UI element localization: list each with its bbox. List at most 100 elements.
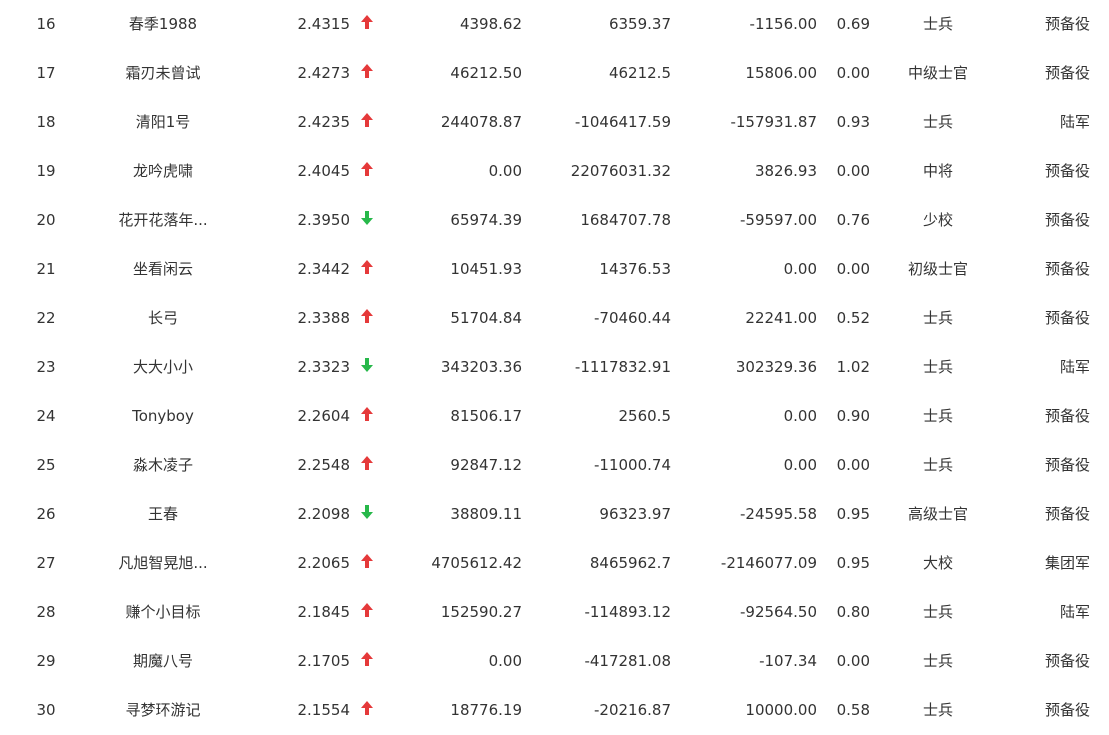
- ratio-cell: 0.00: [836, 456, 870, 474]
- rank-cell: 30: [36, 701, 56, 719]
- value2-cell: -1046417.59: [574, 113, 671, 131]
- table-row[interactable]: 26 王春 2.2098 38809.11 96323.97 -24595.58…: [0, 490, 1109, 539]
- value1-cell: 51704.84: [450, 309, 522, 327]
- table-row[interactable]: 27 凡旭智晃旭... 2.2065 4705612.42 8465962.7 …: [0, 539, 1109, 588]
- arrow-up-icon: [359, 637, 375, 685]
- table-row[interactable]: 30 寻梦环游记 2.1554 18776.19 -20216.87 10000…: [0, 686, 1109, 735]
- rank-title-cell: 士兵: [922, 407, 953, 425]
- table-row[interactable]: 23 大大小小 2.3323 343203.36 -1117832.91 302…: [0, 343, 1109, 392]
- rank-title-cell: 高级士官: [907, 505, 968, 523]
- ratio-cell: 0.52: [836, 309, 870, 327]
- value3-cell: -59597.00: [740, 211, 817, 229]
- value1-cell: 343203.36: [440, 358, 522, 376]
- value1-cell: 152590.27: [440, 603, 522, 621]
- ratio-cell: 0.00: [836, 652, 870, 670]
- value3-cell: -92564.50: [740, 603, 817, 621]
- arrow-up-icon: [359, 98, 375, 146]
- unit-cell: 陆军: [1059, 603, 1090, 621]
- ratio-cell: 1.02: [836, 358, 870, 376]
- rank-cell: 28: [36, 603, 56, 621]
- table-row[interactable]: 18 清阳1号 2.4235 244078.87 -1046417.59 -15…: [0, 98, 1109, 147]
- name-cell[interactable]: 花开花落年...: [98, 196, 228, 244]
- value1-cell: 4398.62: [459, 15, 522, 33]
- unit-cell: 预备役: [1044, 211, 1090, 229]
- value1-cell: 65974.39: [450, 211, 522, 229]
- arrow-up-icon: [359, 0, 375, 48]
- value1-cell: 10451.93: [450, 260, 522, 278]
- name-cell[interactable]: 淼木凌子: [98, 441, 228, 489]
- value3-cell: 0.00: [783, 456, 817, 474]
- value1-cell: 0.00: [488, 652, 522, 670]
- name-cell[interactable]: 龙吟虎啸: [98, 147, 228, 195]
- table-row[interactable]: 25 淼木凌子 2.2548 92847.12 -11000.74 0.00 0…: [0, 441, 1109, 490]
- table-row[interactable]: 24 Tonyboy 2.2604 81506.17 2560.5 0.00 0…: [0, 392, 1109, 441]
- name-cell[interactable]: 春季1988: [98, 0, 228, 48]
- unit-cell: 预备役: [1044, 505, 1090, 523]
- arrow-up-icon: [359, 686, 375, 734]
- ratio-cell: 0.76: [836, 211, 870, 229]
- rank-cell: 21: [36, 260, 56, 278]
- value3-cell: 0.00: [783, 407, 817, 425]
- value3-cell: -107.34: [759, 652, 817, 670]
- rank-title-cell: 士兵: [922, 456, 953, 474]
- name-cell[interactable]: 寻梦环游记: [98, 686, 228, 734]
- table-row[interactable]: 19 龙吟虎啸 2.4045 0.00 22076031.32 3826.93 …: [0, 147, 1109, 196]
- score-cell: 2.4045: [297, 162, 351, 180]
- name-cell[interactable]: 期魔八号: [98, 637, 228, 685]
- name-cell[interactable]: 凡旭智晃旭...: [98, 539, 228, 587]
- name-cell[interactable]: 坐看闲云: [98, 245, 228, 293]
- value1-cell: 46212.50: [450, 64, 522, 82]
- name-cell[interactable]: 赚个小目标: [98, 588, 228, 636]
- name-cell[interactable]: Tonyboy: [98, 392, 228, 440]
- ratio-cell: 0.95: [836, 554, 870, 572]
- value1-cell: 81506.17: [450, 407, 522, 425]
- value2-cell: 1684707.78: [580, 211, 671, 229]
- table-row[interactable]: 20 花开花落年... 2.3950 65974.39 1684707.78 -…: [0, 196, 1109, 245]
- name-cell[interactable]: 清阳1号: [98, 98, 228, 146]
- value2-cell: 14376.53: [599, 260, 671, 278]
- score-cell: 2.1705: [297, 652, 351, 670]
- ratio-cell: 0.00: [836, 260, 870, 278]
- score-cell: 2.4273: [297, 64, 351, 82]
- name-cell[interactable]: 长弓: [98, 294, 228, 342]
- ratio-cell: 0.90: [836, 407, 870, 425]
- unit-cell: 预备役: [1044, 652, 1090, 670]
- table-row[interactable]: 17 霜刃未曾试 2.4273 46212.50 46212.5 15806.0…: [0, 49, 1109, 98]
- value3-cell: 3826.93: [754, 162, 817, 180]
- unit-cell: 预备役: [1044, 162, 1090, 180]
- value3-cell: -157931.87: [730, 113, 817, 131]
- unit-cell: 预备役: [1044, 701, 1090, 719]
- unit-cell: 陆军: [1059, 113, 1090, 131]
- rank-cell: 22: [36, 309, 56, 327]
- unit-cell: 集团军: [1044, 554, 1090, 572]
- table-row[interactable]: 22 长弓 2.3388 51704.84 -70460.44 22241.00…: [0, 294, 1109, 343]
- score-cell: 2.3442: [297, 260, 351, 278]
- ratio-cell: 0.69: [836, 15, 870, 33]
- unit-cell: 预备役: [1044, 309, 1090, 327]
- score-cell: 2.2604: [297, 407, 351, 425]
- ratio-cell: 0.95: [836, 505, 870, 523]
- table-row[interactable]: 16 春季1988 2.4315 4398.62 6359.37 -1156.0…: [0, 0, 1109, 49]
- table-row[interactable]: 21 坐看闲云 2.3442 10451.93 14376.53 0.00 0.…: [0, 245, 1109, 294]
- ratio-cell: 0.93: [836, 113, 870, 131]
- rank-title-cell: 士兵: [922, 603, 953, 621]
- arrow-up-icon: [359, 147, 375, 195]
- rank-title-cell: 中将: [922, 162, 953, 180]
- score-cell: 2.2098: [297, 505, 351, 523]
- value3-cell: 22241.00: [745, 309, 817, 327]
- value2-cell: 22076031.32: [570, 162, 671, 180]
- table-row[interactable]: 28 赚个小目标 2.1845 152590.27 -114893.12 -92…: [0, 588, 1109, 637]
- ratio-cell: 0.80: [836, 603, 870, 621]
- name-cell[interactable]: 王春: [98, 490, 228, 538]
- value2-cell: 96323.97: [599, 505, 671, 523]
- name-cell[interactable]: 大大小小: [98, 343, 228, 391]
- value1-cell: 38809.11: [450, 505, 522, 523]
- name-cell[interactable]: 霜刃未曾试: [98, 49, 228, 97]
- arrow-up-icon: [359, 392, 375, 440]
- unit-cell: 预备役: [1044, 260, 1090, 278]
- value2-cell: -417281.08: [584, 652, 671, 670]
- score-cell: 2.4315: [297, 15, 351, 33]
- table-row[interactable]: 29 期魔八号 2.1705 0.00 -417281.08 -107.34 0…: [0, 637, 1109, 686]
- rank-cell: 29: [36, 652, 56, 670]
- arrow-down-icon: [359, 490, 375, 538]
